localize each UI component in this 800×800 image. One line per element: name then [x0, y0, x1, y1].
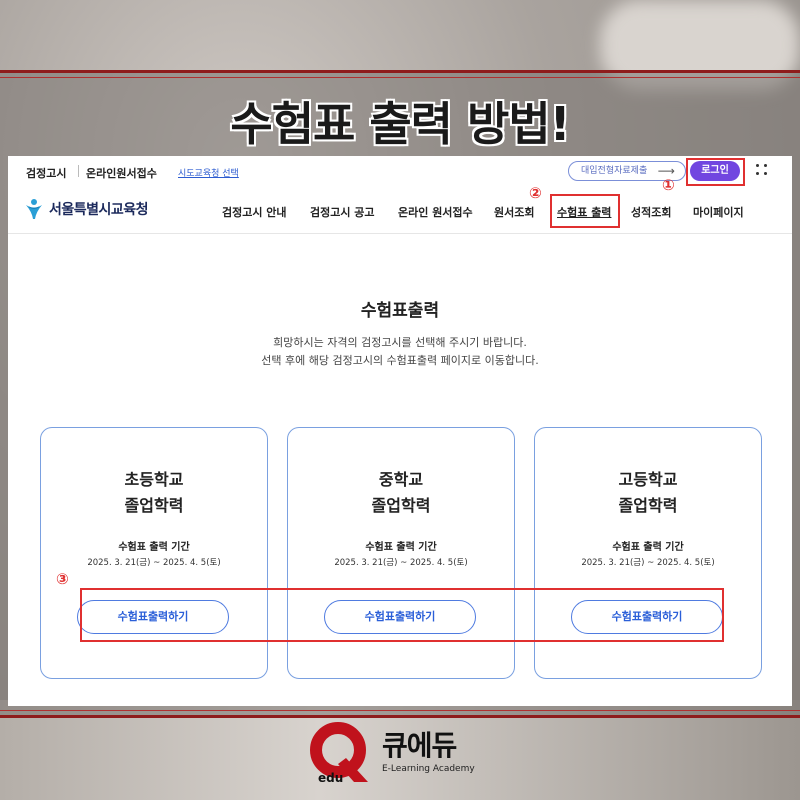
- card-title-line2: 졸업학력: [371, 496, 431, 515]
- brand-subtitle: E-Learning Academy: [382, 764, 475, 774]
- period-value: 2025. 3. 21(금) ~ 2025. 4. 5(토): [581, 558, 715, 568]
- highlight-box-buttons: [80, 588, 724, 642]
- q-logo-icon: edu: [310, 722, 368, 785]
- logo[interactable]: 서울특별시교육청: [24, 198, 149, 220]
- grid-menu-icon[interactable]: [756, 164, 768, 176]
- brand-logo: edu 큐에듀 E-Learning Academy: [306, 720, 506, 790]
- period-label: 수험표 출력 기간: [118, 542, 190, 553]
- main-nav: 서울특별시교육청 검정고시 안내 검정고시 공고 온라인 원서접수 원서조회 수…: [8, 188, 792, 234]
- page-title: 수험표출력: [360, 301, 440, 321]
- highlight-box-login: [686, 158, 745, 186]
- divider: [78, 165, 79, 177]
- nav-item-guide[interactable]: 검정고시 안내: [222, 204, 287, 220]
- q-logo-text: edu: [318, 771, 343, 785]
- nav-item-application-lookup[interactable]: 원서조회: [494, 204, 534, 220]
- period-label: 수험표 출력 기간: [365, 542, 437, 553]
- website-screenshot: 검정고시 온라인원서접수 시도교육청 선택 대입전형자료제출 ⟶ 로그인 서울특…: [8, 156, 792, 706]
- card-title-line2: 졸업학력: [124, 496, 184, 515]
- card-title-line2: 졸업학력: [618, 496, 678, 515]
- step-marker-1: ①: [662, 176, 675, 194]
- brand-name: 큐에듀: [382, 729, 457, 762]
- period-value: 2025. 3. 21(금) ~ 2025. 4. 5(토): [87, 558, 221, 568]
- headline: 수험표 출력 방법!: [230, 97, 570, 151]
- step-marker-3: ③: [56, 570, 69, 588]
- highlight-box-menu: [550, 194, 620, 228]
- card-title-line1: 고등학교: [618, 470, 678, 489]
- page-description-1: 희망하시는 자격의 검정고시를 선택해 주시기 바랍니다.: [273, 336, 527, 349]
- nav-item-score-lookup[interactable]: 성적조회: [631, 204, 671, 220]
- page-description-2: 선택 후에 해당 검정고시의 수험표출력 페이지로 이동합니다.: [261, 354, 539, 367]
- nav-item-online-apply[interactable]: 온라인 원서접수: [398, 204, 473, 220]
- region-select-link[interactable]: 시도교육청 선택: [178, 166, 239, 179]
- nav-item-notice[interactable]: 검정고시 공고: [310, 204, 375, 220]
- seoul-edu-logo-icon: [26, 199, 42, 219]
- util-link-online-apply[interactable]: 온라인원서접수: [86, 165, 157, 181]
- card-title-line1: 중학교: [378, 470, 424, 489]
- nav-item-mypage[interactable]: 마이페이지: [693, 204, 744, 220]
- submit-data-label: 대입전형자료제출: [581, 166, 648, 176]
- period-value: 2025. 3. 21(금) ~ 2025. 4. 5(토): [334, 558, 468, 568]
- card-title-line1: 초등학교: [124, 470, 184, 489]
- step-marker-2: ②: [529, 184, 542, 202]
- period-label: 수험표 출력 기간: [612, 542, 684, 553]
- util-link-gedexam[interactable]: 검정고시: [26, 165, 66, 181]
- logo-name: 서울특별시교육청: [49, 202, 149, 218]
